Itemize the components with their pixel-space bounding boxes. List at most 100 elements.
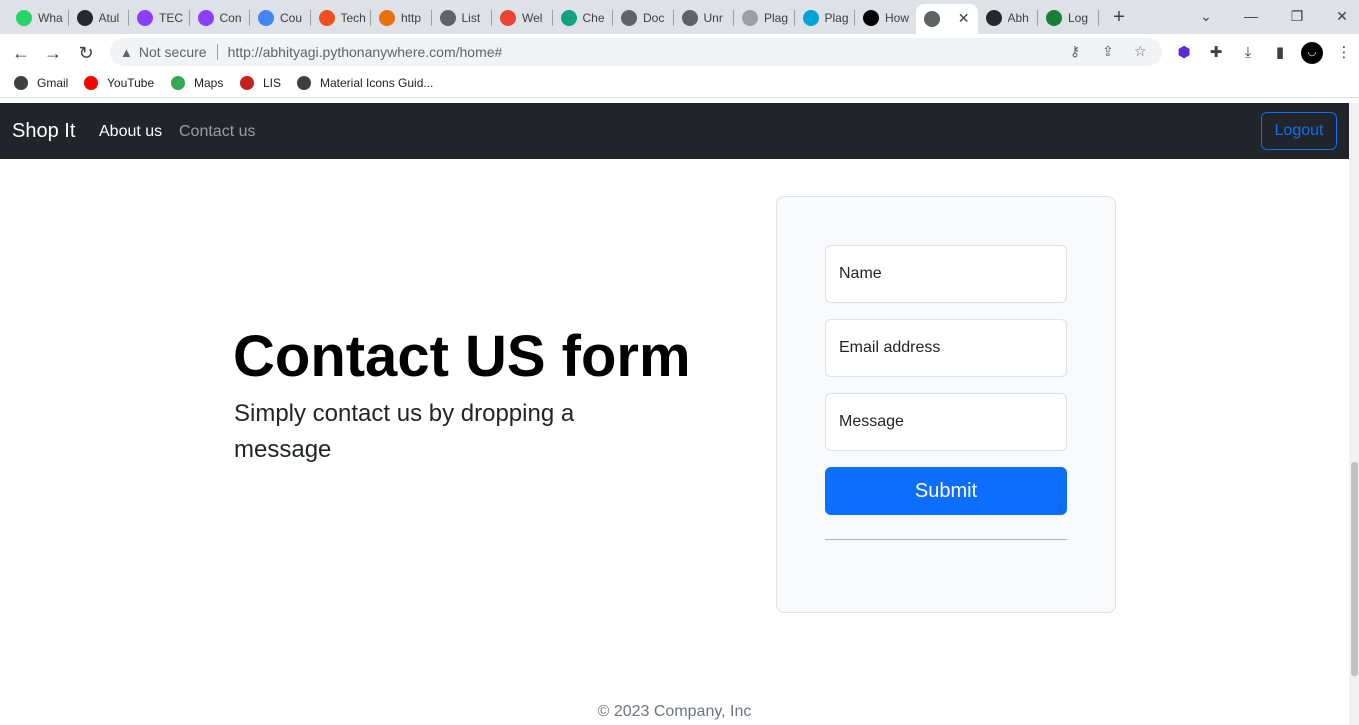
search-icon [621,10,637,26]
tab-title: Doc [643,11,665,25]
minimize-button[interactable]: — [1231,4,1271,28]
browser-tab[interactable]: Tech [311,4,372,32]
bookmark-item[interactable]: Maps [171,76,223,90]
globe-icon [297,76,311,90]
browser-tab[interactable]: ✕ [915,4,978,34]
new-tab-button[interactable]: + [1108,6,1130,28]
tab-title: How [885,11,910,25]
browser-tab[interactable]: Unr [674,4,735,32]
browser-tab[interactable]: Che [553,4,614,32]
page-viewport: Shop It About us Contact us Logout Conta… [0,103,1349,725]
browser-tab[interactable]: TEC [129,4,190,32]
bookmarks-bar: Gmail YouTube Maps LIS Material Icons Guid..… [0,72,1359,98]
page-subtitle: Simply contact us by dropping a message [234,400,575,463]
url-text[interactable]: http://abhityagi.pythonanywhere.com/home… [228,44,503,60]
close-window-button[interactable]: ✕ [1322,4,1359,28]
address-bar[interactable]: ▲ Not secure http://abhityagi.pythonanyw… [110,38,1162,66]
bookmark-icon [500,10,516,26]
browser-tab[interactable]: Abh [978,4,1039,32]
share-icon[interactable]: ⇪ [1102,43,1114,60]
tab-title: Tech [340,11,366,25]
tab-title: Plag [764,11,789,25]
browser-tab[interactable]: Wha [8,4,69,32]
puzzle-icon[interactable]: ✚ [1205,42,1227,64]
email-field[interactable]: Email address [825,319,1067,377]
docs-icon [258,10,274,26]
avatar[interactable]: ◡ [1301,42,1323,64]
tab-title: Unr [703,11,723,25]
reload-button[interactable]: ↻ [73,40,99,66]
unstop-icon [197,10,214,26]
tab-title: Abh [1007,11,1029,25]
youtube-icon [84,76,98,90]
browser-tab[interactable]: Cou [250,4,311,32]
tab-title: Wha [38,11,63,25]
tab-title: TEC [159,11,183,25]
footer-copyright: © 2023 Company, Inc [597,703,752,720]
tab-title: http [401,11,422,25]
browser-tab[interactable]: Plag [734,4,795,32]
close-tab-icon[interactable]: ✕ [958,10,970,27]
browser-tab[interactable]: Doc [613,4,674,32]
link-icon [1046,10,1062,26]
nav-contact-us[interactable]: Contact us [179,123,255,141]
medium-icon [863,10,879,26]
bookmark-item[interactable]: Gmail [14,76,68,90]
download-icon[interactable]: ⤓ [1237,42,1259,64]
globe-icon [923,11,940,27]
tab-separator [1097,10,1099,26]
key-icon[interactable]: ⚷ [1070,43,1080,60]
browser-tab[interactable]: List [432,4,493,32]
forward-button[interactable]: → [40,40,66,66]
bookmark-label: Material Icons Guid... [320,76,434,90]
browser-tab[interactable]: Atul [69,4,130,32]
bookmark-item[interactable]: YouTube [84,76,154,90]
tab-title: Che [582,11,605,25]
bookmark-item[interactable]: LIS [240,76,281,90]
bookmark-item[interactable]: Material Icons Guid... [297,76,433,90]
bookmark-label: Maps [194,76,224,90]
scrollbar-thumb[interactable] [1351,462,1358,676]
address-divider [216,44,218,60]
message-field[interactable]: Message [825,393,1067,451]
maps-icon [171,76,185,90]
submit-button[interactable]: Submit [825,467,1067,515]
contact-form-card: Name Email address Message Submit [776,196,1116,613]
unstop-icon [137,10,153,26]
bookmark-label: LIS [263,76,282,90]
brand-logo[interactable]: Shop It [12,120,75,143]
search-icon [681,10,698,26]
browser-tab[interactable]: Wel [492,4,553,32]
c-icon [802,10,819,26]
name-field[interactable]: Name [825,245,1067,303]
bookmark-label: YouTube [107,76,155,90]
bookmark-label: Gmail [37,76,69,90]
menu-icon[interactable]: ⋮ [1333,42,1355,64]
sst-icon [742,10,758,26]
globe-icon [14,76,28,90]
logout-button[interactable]: Logout [1261,112,1337,150]
page-title: Contact US form [233,324,691,389]
side-panel-icon[interactable]: ▮ [1269,42,1291,64]
fn-icon [379,10,395,26]
warning-icon: ▲ [120,44,133,60]
star-icon[interactable]: ☆ [1134,43,1147,60]
back-button[interactable]: ← [8,40,34,66]
nav-about-us[interactable]: About us [99,123,162,141]
tab-title: Plag [824,11,849,25]
restore-button[interactable]: ❐ [1277,4,1317,28]
browser-tab[interactable]: Log [1038,4,1099,32]
github-icon [76,10,93,26]
browser-tab[interactable]: http [371,4,432,32]
browser-tab[interactable]: How [855,4,916,32]
tab-title: Wel [522,11,543,25]
globe-icon [439,10,456,26]
extension-hexagon-icon[interactable]: ⬢ [1173,42,1195,64]
browser-tab[interactable]: Plag [795,4,856,32]
tab-search-button[interactable]: ⌄ [1186,4,1226,28]
whatsapp-icon [16,10,32,26]
browser-tab[interactable]: Con [190,4,251,32]
site-navbar: Shop It About us Contact us Logout [0,103,1349,159]
figma-icon [318,10,335,26]
tab-title: Cou [280,11,303,25]
